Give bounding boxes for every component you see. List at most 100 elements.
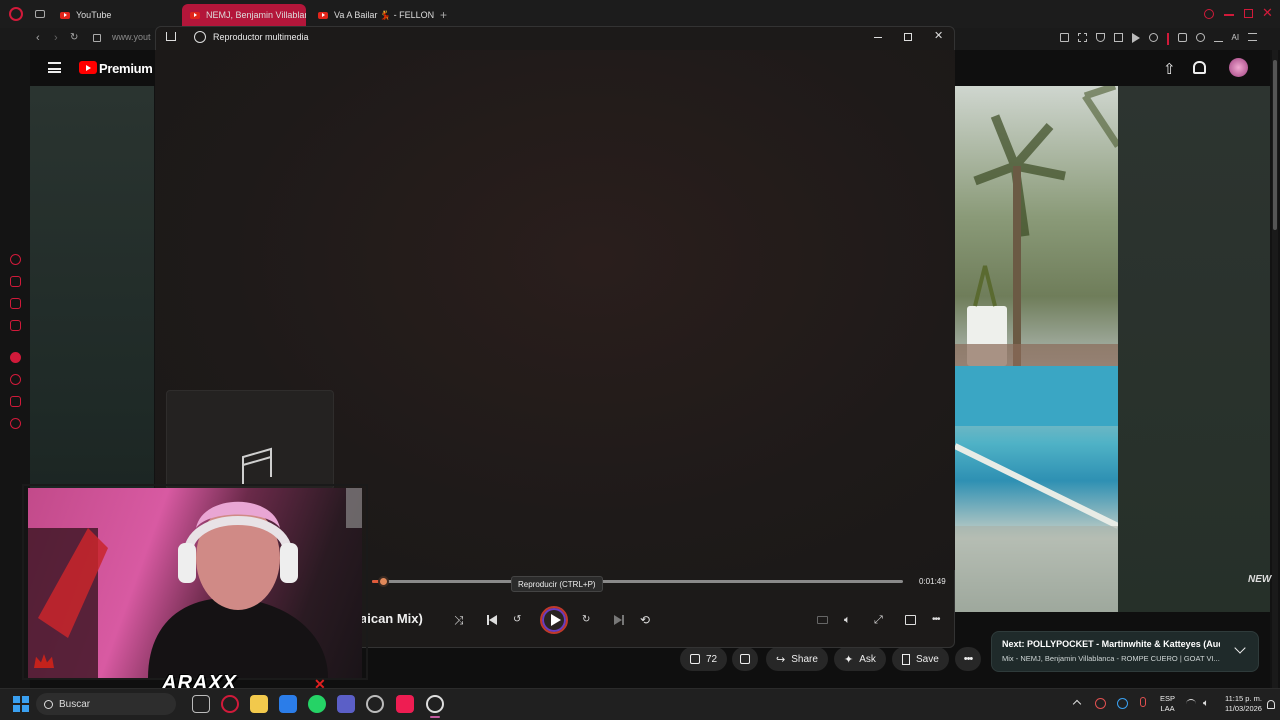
reload-icon[interactable]: ↻ bbox=[70, 32, 78, 43]
upload-icon[interactable]: ⇧ bbox=[1163, 60, 1176, 78]
notifications-bell-icon[interactable] bbox=[1193, 61, 1206, 74]
tray-network-icon[interactable] bbox=[1117, 698, 1128, 709]
sidebar-extensions-icon[interactable] bbox=[10, 396, 21, 407]
dislike-button[interactable] bbox=[732, 647, 758, 671]
notification-bell-icon[interactable] bbox=[1267, 700, 1275, 709]
volume-icon[interactable]: 🔈︎ bbox=[844, 612, 860, 628]
fullscreen-icon[interactable]: ⤢ bbox=[874, 612, 890, 628]
taskbar-search-input[interactable]: Buscar bbox=[36, 693, 176, 715]
more-actions-button[interactable]: ••• bbox=[955, 647, 981, 671]
keyboard-language[interactable]: ESP LAA bbox=[1160, 694, 1175, 714]
share-button[interactable]: ↪ Share bbox=[766, 647, 828, 671]
play-icon bbox=[550, 614, 561, 626]
aria-ai-icon[interactable]: AI bbox=[1232, 33, 1240, 45]
teams-icon[interactable] bbox=[337, 695, 355, 713]
hamburger-menu-icon[interactable] bbox=[48, 62, 61, 73]
screenshot-icon[interactable] bbox=[1078, 33, 1087, 42]
play-extension-icon[interactable] bbox=[1132, 33, 1140, 43]
tiktok-icon[interactable] bbox=[396, 695, 414, 713]
tab-overview-icon[interactable] bbox=[35, 10, 45, 18]
menu-icon[interactable] bbox=[1248, 33, 1258, 41]
system-clock[interactable]: 11:15 p. m. 11/03/2026 bbox=[1225, 694, 1262, 714]
tab-va-a-bailar[interactable]: Va A Bailar 💃 - FELLON ❌ bbox=[310, 4, 434, 26]
player-close-icon[interactable]: ✕ bbox=[934, 29, 943, 42]
download-icon[interactable] bbox=[1213, 33, 1223, 42]
scrollbar-thumb[interactable] bbox=[1273, 60, 1277, 230]
heart-icon[interactable] bbox=[1149, 33, 1158, 42]
sidebar-settings-icon[interactable] bbox=[10, 418, 21, 429]
file-explorer-icon[interactable] bbox=[250, 695, 268, 713]
shield-icon[interactable] bbox=[1096, 33, 1105, 42]
player-maximize-icon[interactable] bbox=[904, 33, 912, 41]
lang-layout: LAA bbox=[1160, 704, 1175, 713]
sidebar-messenger-icon[interactable] bbox=[10, 298, 21, 309]
sidebar-player-icon[interactable] bbox=[10, 320, 21, 331]
tab-label: Va A Bailar 💃 - FELLON ❌ bbox=[334, 9, 434, 20]
url-text[interactable]: www.yout bbox=[112, 32, 151, 42]
like-button[interactable]: 72 bbox=[680, 647, 728, 671]
share-arrow-icon: ↪ bbox=[776, 653, 786, 666]
opera-logo-icon[interactable] bbox=[9, 7, 23, 21]
new-tab-icon[interactable]: + bbox=[440, 8, 447, 22]
sidebar-bookmarks-icon[interactable] bbox=[10, 276, 21, 287]
windows-start-icon[interactable] bbox=[13, 696, 29, 712]
tab-youtube[interactable]: YouTube bbox=[52, 4, 176, 26]
seek-bar-thumb[interactable] bbox=[377, 576, 389, 587]
tray-security-icon[interactable] bbox=[1095, 698, 1106, 709]
forward-30-icon[interactable]: ↻ bbox=[582, 612, 598, 628]
opera-taskbar-icon[interactable] bbox=[221, 695, 239, 713]
next-video-card[interactable]: Next: POLLYPOCKET - Martinwhite & Kattey… bbox=[991, 631, 1259, 672]
sidebar-history-icon[interactable] bbox=[10, 374, 21, 385]
youtube-logo-icon[interactable] bbox=[79, 61, 97, 74]
forward-icon[interactable]: › bbox=[54, 32, 58, 44]
subtitles-icon[interactable] bbox=[815, 612, 831, 628]
save-button[interactable]: Save bbox=[892, 647, 949, 671]
youtube-favicon-icon bbox=[60, 11, 70, 19]
rewind-10-icon[interactable]: ↺ bbox=[513, 612, 529, 628]
maximize-browser-icon[interactable] bbox=[1244, 9, 1253, 18]
mini-player-icon[interactable] bbox=[903, 612, 919, 628]
translate-icon[interactable] bbox=[1114, 33, 1123, 42]
sidebar-opera-icon[interactable] bbox=[10, 352, 21, 363]
tray-volume-icon[interactable]: 🔈︎ bbox=[1203, 698, 1209, 709]
browser-search-icon[interactable] bbox=[1204, 9, 1214, 19]
avatar[interactable] bbox=[1229, 58, 1248, 77]
tray-wifi-icon[interactable] bbox=[1186, 699, 1196, 709]
song-title: aican Mix) bbox=[360, 611, 423, 626]
youtube-favicon-icon bbox=[318, 11, 328, 19]
home-icon[interactable] bbox=[166, 32, 176, 41]
settings-gear-icon[interactable] bbox=[366, 695, 384, 713]
profile-icon[interactable] bbox=[1195, 33, 1205, 42]
previous-track-icon[interactable] bbox=[484, 612, 500, 628]
back-icon[interactable]: ‹ bbox=[36, 32, 40, 44]
streamer-silhouette bbox=[28, 488, 362, 678]
bookmark-icon[interactable] bbox=[1060, 33, 1069, 42]
tab-nemj[interactable]: NEMJ, Benjamin Villablanc bbox=[182, 4, 306, 26]
youtube-brand: Premium bbox=[99, 61, 153, 76]
next-track-icon[interactable] bbox=[611, 612, 627, 628]
player-window-title: Reproductor multimedia bbox=[213, 32, 309, 42]
sidebar-speed-dial-icon[interactable] bbox=[10, 254, 21, 265]
seek-bar[interactable] bbox=[372, 580, 903, 583]
minimize-browser-icon[interactable] bbox=[1224, 14, 1234, 16]
ask-button[interactable]: ✦ Ask bbox=[834, 647, 886, 671]
video-right-letterbox: NEW bbox=[1118, 86, 1271, 612]
chevron-down-icon[interactable] bbox=[1234, 642, 1246, 654]
player-minimize-icon[interactable] bbox=[874, 37, 882, 38]
repeat-off-icon[interactable]: ⟲ bbox=[640, 612, 656, 628]
store-icon[interactable] bbox=[279, 695, 297, 713]
video-frame-pool-scene[interactable] bbox=[955, 86, 1118, 612]
shuffle-icon[interactable]: ⤨ bbox=[454, 612, 470, 628]
play-button[interactable] bbox=[540, 606, 568, 634]
youtube-favicon-icon bbox=[190, 11, 200, 19]
browser-tab-bar: YouTube NEMJ, Benjamin Villablanc Va A B… bbox=[0, 0, 1280, 28]
page-scrollbar[interactable] bbox=[1272, 50, 1278, 688]
puzzle-icon[interactable] bbox=[1177, 33, 1187, 42]
thumbs-up-icon bbox=[690, 654, 700, 664]
task-view-icon[interactable] bbox=[192, 695, 210, 713]
tray-microphone-icon[interactable] bbox=[1140, 697, 1146, 707]
close-browser-icon[interactable]: ✕ bbox=[1262, 5, 1273, 21]
media-player-taskbar-icon[interactable] bbox=[426, 695, 444, 713]
whatsapp-icon[interactable] bbox=[308, 695, 326, 713]
more-options-icon[interactable]: ••• bbox=[932, 612, 948, 628]
